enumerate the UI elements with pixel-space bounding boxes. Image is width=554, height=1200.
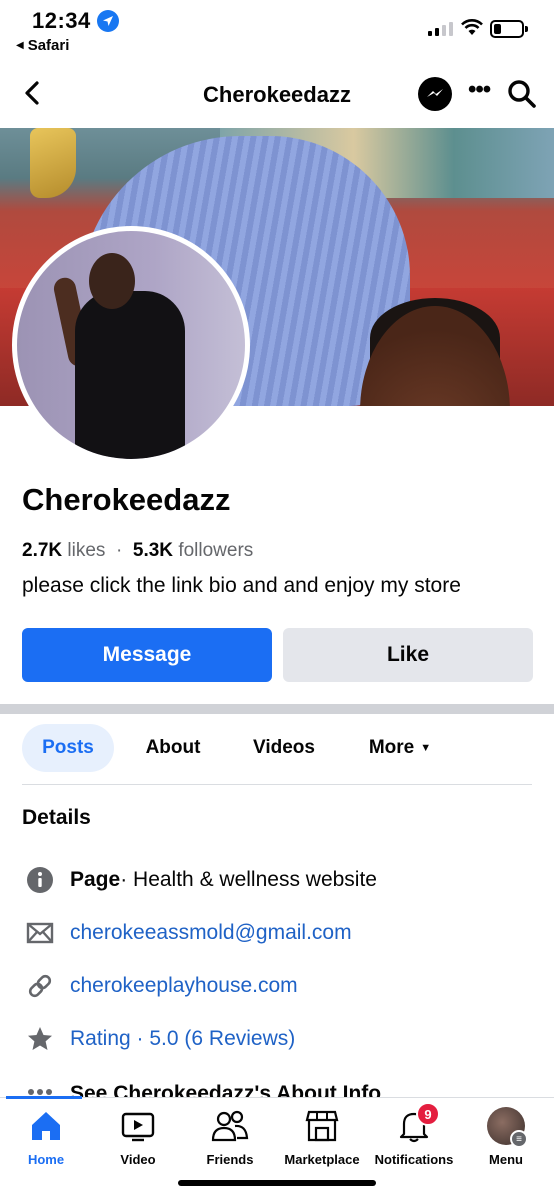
page-label: Page xyxy=(70,868,121,891)
tab-posts[interactable]: Posts xyxy=(22,724,114,772)
tabbar-video-label: Video xyxy=(120,1152,156,1167)
tabbar-video[interactable]: Video xyxy=(92,1106,184,1167)
info-icon xyxy=(24,864,56,896)
detail-rating[interactable]: Rating · 5.0 (6 Reviews) xyxy=(24,1023,295,1055)
likes-count: 2.7K xyxy=(22,540,63,561)
status-bar: 12:34 ◀ Safari xyxy=(0,0,554,62)
home-indicator[interactable] xyxy=(178,1180,376,1186)
profile-stats: 2.7K likes · 5.3K followers xyxy=(22,540,253,562)
more-options-icon[interactable]: ••• xyxy=(468,76,491,104)
tab-about[interactable]: About xyxy=(130,724,216,772)
friends-icon xyxy=(210,1106,250,1146)
search-icon[interactable] xyxy=(506,78,538,110)
detail-website[interactable]: cherokeeplayhouse.com xyxy=(24,970,298,1002)
page-header: Cherokeedazz ••• xyxy=(0,62,554,128)
status-time: 12:34 xyxy=(32,8,91,33)
website-link[interactable]: cherokeeplayhouse.com xyxy=(70,974,298,998)
rating-link[interactable]: Rating · 5.0 (6 Reviews) xyxy=(70,1027,295,1051)
video-icon xyxy=(118,1106,158,1146)
location-arrow-icon xyxy=(97,10,119,32)
battery-icon xyxy=(490,20,528,38)
back-app-label: Safari xyxy=(27,37,70,54)
hamburger-icon: ≡ xyxy=(510,1130,528,1148)
profile-bio: please click the link bio and and enjoy … xyxy=(22,574,461,597)
tab-videos[interactable]: Videos xyxy=(238,724,330,772)
stats-separator: · xyxy=(116,540,123,561)
tabbar-notifications[interactable]: 9 Notifications xyxy=(368,1102,460,1167)
tabbar-menu[interactable]: ≡ Menu xyxy=(460,1106,552,1167)
tabbar-marketplace[interactable]: Marketplace xyxy=(276,1106,368,1167)
message-button[interactable]: Message xyxy=(22,628,272,682)
likes-label: likes xyxy=(67,540,106,561)
see-about-link[interactable]: See Cherokeedazz's About Info xyxy=(70,1082,381,1098)
wifi-icon xyxy=(461,19,483,35)
tabs-divider xyxy=(22,784,532,785)
followers-count: 5.3K xyxy=(132,540,174,561)
detail-email[interactable]: cherokeeassmold@gmail.com xyxy=(24,917,352,949)
like-button[interactable]: Like xyxy=(283,628,533,682)
tabbar-friends[interactable]: Friends xyxy=(184,1106,276,1167)
messenger-icon[interactable] xyxy=(418,77,452,111)
envelope-icon xyxy=(24,917,56,949)
followers-label: followers xyxy=(178,540,254,561)
tab-more-label: More xyxy=(368,737,415,758)
details-heading: Details xyxy=(22,806,91,829)
detail-see-about[interactable]: See Cherokeedazz's About Info xyxy=(24,1078,381,1098)
email-link[interactable]: cherokeeassmold@gmail.com xyxy=(70,921,352,945)
star-icon xyxy=(24,1023,56,1055)
more-dots-icon xyxy=(24,1078,56,1098)
link-icon xyxy=(24,970,56,1002)
detail-page-category: Page · Health & wellness website xyxy=(24,864,377,896)
profile-name: Cherokeedazz xyxy=(22,482,231,517)
tabbar-notifications-label: Notifications xyxy=(374,1152,454,1167)
caret-down-icon: ▼ xyxy=(420,742,432,754)
bell-icon: 9 xyxy=(394,1102,440,1146)
notification-badge: 9 xyxy=(416,1102,440,1126)
tabbar-home[interactable]: Home xyxy=(0,1106,92,1167)
signal-icon xyxy=(428,20,453,36)
profile-picture[interactable] xyxy=(12,226,250,464)
tabbar-marketplace-label: Marketplace xyxy=(284,1152,360,1167)
back-triangle-icon: ◀ xyxy=(16,40,24,51)
active-tab-indicator xyxy=(6,1096,82,1099)
tabbar-friends-label: Friends xyxy=(206,1152,254,1167)
tabbar-home-label: Home xyxy=(27,1152,65,1167)
page-category: · Health & wellness website xyxy=(120,868,377,891)
tabbar-menu-label: Menu xyxy=(489,1152,523,1167)
section-divider xyxy=(0,704,554,714)
home-icon xyxy=(26,1106,66,1146)
back-to-app[interactable]: ◀ Safari xyxy=(16,37,69,54)
menu-avatar: ≡ xyxy=(486,1106,528,1148)
marketplace-icon xyxy=(302,1106,342,1146)
tab-more[interactable]: More ▼ xyxy=(352,724,448,772)
